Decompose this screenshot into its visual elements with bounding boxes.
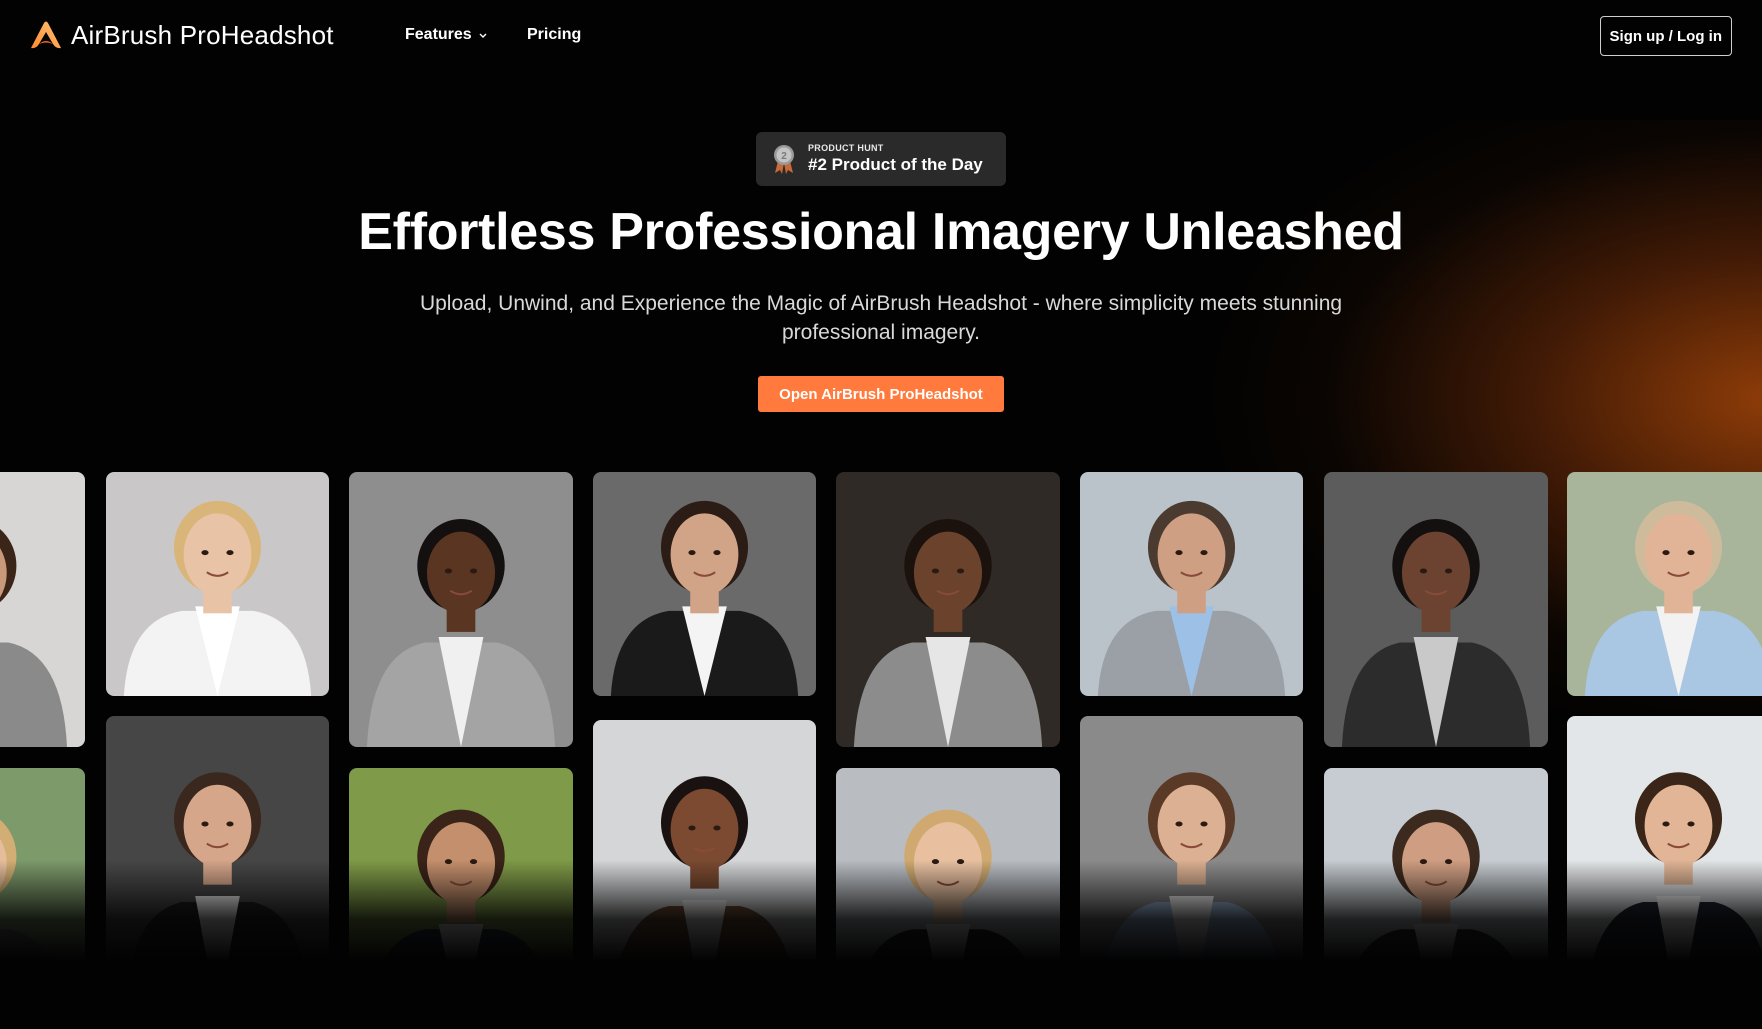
chevron-down-icon <box>479 33 487 38</box>
product-hunt-badge[interactable]: 2 PRODUCT HUNT #2 Product of the Day <box>756 132 1006 186</box>
headshot-man-gray-suit <box>349 472 573 747</box>
headshot-blonde-woman-white-shirt <box>106 472 329 696</box>
hero-title: Effortless Professional Imagery Unleashe… <box>358 203 1404 261</box>
nav-pricing-label: Pricing <box>527 26 582 43</box>
nav-pricing[interactable]: Pricing <box>527 26 581 44</box>
headshot-woman-brown-blazer <box>593 720 816 1020</box>
medal-number: 2 <box>781 151 787 162</box>
headshot-man-window-light <box>1080 472 1303 696</box>
hero-subtitle: Upload, Unwind, and Experience the Magic… <box>419 292 1343 344</box>
headshot-older-woman-outdoor <box>1567 472 1762 696</box>
open-app-label: Open AirBrush ProHeadshot <box>779 385 983 403</box>
medal-icon: 2 <box>774 145 794 174</box>
signup-login-label: Sign up / Log in <box>1609 27 1722 45</box>
headshot-woman-bookshelf <box>836 472 1060 747</box>
badge-title: #2 Product of the Day <box>808 155 983 174</box>
headshot-man-black-suit <box>593 472 816 696</box>
brand-logo[interactable]: AirBrush ProHeadshot <box>29 18 334 52</box>
nav-features[interactable]: Features <box>405 26 488 44</box>
top-navigation: AirBrush ProHeadshot Features Pricing Si… <box>0 0 1762 72</box>
headshot-woman-light-blue-blazer <box>1080 716 1303 1016</box>
badge-text: PRODUCT HUNT #2 Product of the Day <box>808 143 983 175</box>
headshot-blonde-woman-black-blazer <box>836 768 1060 1028</box>
landing-page: AirBrush ProHeadshot Features Pricing Si… <box>0 0 1762 1029</box>
headshot-man-office <box>1324 768 1548 1028</box>
open-app-button[interactable]: Open AirBrush ProHeadshot <box>758 376 1004 412</box>
headshot-blonde-woman-outdoor <box>0 768 85 1028</box>
badge-eyebrow: PRODUCT HUNT <box>808 143 884 153</box>
headshot-woman-park <box>349 768 573 1028</box>
headshot-man-dark-suit <box>1324 472 1548 747</box>
brand-name: AirBrush ProHeadshot <box>71 19 334 50</box>
headshot-young-man-navy-jacket <box>1567 716 1762 1016</box>
headshot-woman-gray-blazer <box>0 472 85 747</box>
airbrush-logo-icon <box>31 21 61 49</box>
headshot-man-black-suit-smiling <box>106 716 329 1016</box>
nav-features-label: Features <box>405 26 472 43</box>
signup-login-button[interactable]: Sign up / Log in <box>1599 16 1732 56</box>
